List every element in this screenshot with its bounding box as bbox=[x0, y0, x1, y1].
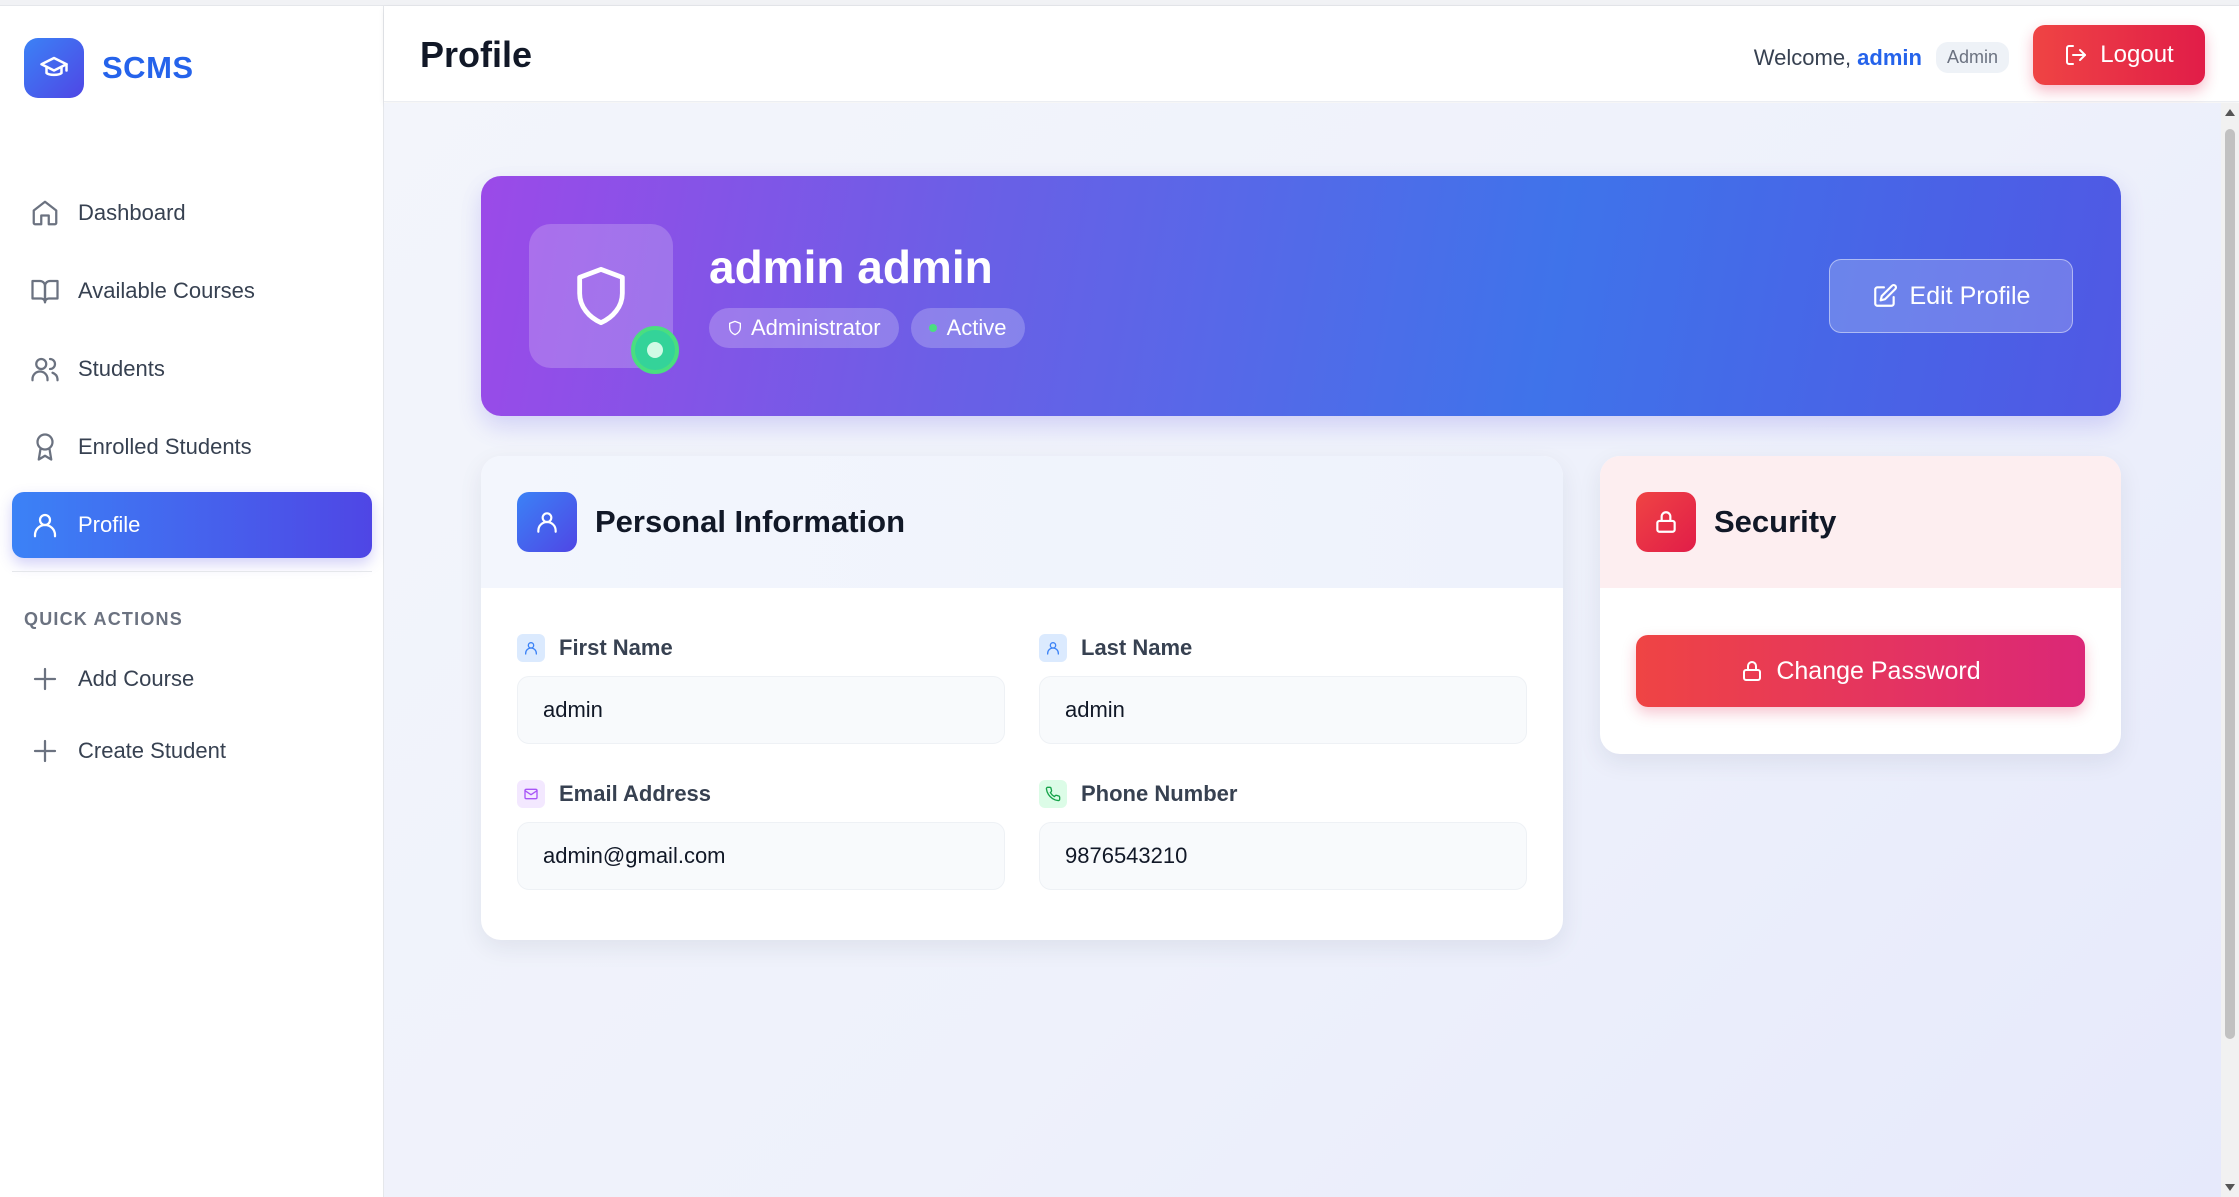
user-icon bbox=[1039, 634, 1067, 662]
field-label-text: Last Name bbox=[1081, 635, 1193, 660]
status-badge: Active bbox=[910, 308, 1025, 348]
sidebar-item-label: Students bbox=[78, 356, 165, 381]
sidebar-item-students[interactable]: Students bbox=[12, 336, 372, 402]
sidebar-item-profile[interactable]: Profile bbox=[12, 492, 372, 558]
users-icon bbox=[31, 357, 59, 382]
edit-icon bbox=[1873, 284, 1897, 307]
phone-field[interactable]: 9876543210 bbox=[1039, 822, 1527, 890]
logout-label: Logout bbox=[2100, 41, 2174, 68]
card-header: Personal Information bbox=[481, 456, 1563, 588]
status-dot bbox=[928, 324, 937, 332]
scroll-up-arrow[interactable] bbox=[2225, 109, 2235, 116]
scroll-thumb[interactable] bbox=[2225, 129, 2235, 1039]
edit-profile-label: Edit Profile bbox=[1909, 281, 2031, 310]
quick-action-create-student[interactable]: Create Student bbox=[12, 721, 372, 781]
sidebar-item-label: Dashboard bbox=[78, 200, 186, 225]
sidebar-item-label: Available Courses bbox=[78, 278, 255, 303]
logout-icon bbox=[2066, 45, 2087, 65]
personal-information-card: Personal Information First Name admin La… bbox=[481, 456, 1563, 940]
welcome-area: Welcome, admin Admin bbox=[1754, 42, 2009, 73]
quick-action-label: Create Student bbox=[78, 738, 226, 763]
sidebar-item-label: Profile bbox=[78, 512, 141, 537]
first-name-field[interactable]: admin bbox=[517, 676, 1005, 744]
brand-name: SCMS bbox=[102, 50, 194, 85]
last-name-field[interactable]: admin bbox=[1039, 676, 1527, 744]
scroll-down-arrow[interactable] bbox=[2225, 1184, 2235, 1191]
card-header: Security bbox=[1600, 456, 2121, 588]
sidebar-nav: Dashboard Available Courses Students Enr… bbox=[12, 180, 372, 570]
lock-icon bbox=[1743, 661, 1762, 681]
lock-icon bbox=[1636, 492, 1696, 552]
profile-name: admin admin bbox=[709, 241, 993, 293]
profile-badges: Administrator Active bbox=[709, 308, 1037, 348]
mail-icon bbox=[517, 780, 545, 808]
quick-actions: Add Course Create Student bbox=[12, 649, 372, 793]
username: admin bbox=[1857, 44, 1922, 70]
edit-profile-button[interactable]: Edit Profile bbox=[1829, 259, 2073, 333]
sidebar-item-available-courses[interactable]: Available Courses bbox=[12, 258, 372, 324]
main-scrollbar[interactable] bbox=[2221, 103, 2239, 1197]
shield-icon bbox=[729, 320, 741, 336]
welcome-text: Welcome, bbox=[1753, 44, 1852, 70]
user-icon bbox=[33, 513, 57, 538]
role-badge-administrator: Administrator bbox=[709, 308, 899, 348]
role-badge: Admin bbox=[1935, 42, 2009, 73]
phone-label: Phone Number bbox=[1039, 780, 1237, 808]
home-icon bbox=[32, 200, 58, 226]
change-password-button[interactable]: Change Password bbox=[1636, 635, 2085, 707]
role-label: Administrator bbox=[751, 315, 881, 340]
top-header: Profile Welcome, admin Admin Logout bbox=[384, 6, 2239, 102]
sidebar-item-label: Enrolled Students bbox=[78, 434, 252, 459]
brand[interactable]: SCMS bbox=[24, 38, 194, 98]
book-open-icon bbox=[31, 279, 59, 304]
sidebar-item-dashboard[interactable]: Dashboard bbox=[12, 180, 372, 246]
user-icon bbox=[517, 634, 545, 662]
first-name-label: First Name bbox=[517, 634, 673, 662]
plus-icon bbox=[33, 667, 57, 691]
card-title: Security bbox=[1714, 504, 1837, 539]
change-password-label: Change Password bbox=[1776, 656, 1981, 685]
shield-icon bbox=[577, 266, 625, 326]
sidebar-divider bbox=[12, 571, 372, 572]
status-label: Active bbox=[946, 315, 1007, 340]
field-label-text: First Name bbox=[559, 635, 673, 660]
page-title: Profile bbox=[420, 34, 533, 75]
online-status-dot bbox=[631, 326, 679, 374]
quick-action-label: Add Course bbox=[78, 666, 195, 691]
field-label-text: Phone Number bbox=[1081, 781, 1238, 806]
plus-icon bbox=[33, 739, 57, 763]
phone-icon bbox=[1039, 780, 1067, 808]
email-label: Email Address bbox=[517, 780, 711, 808]
sidebar-item-enrolled-students[interactable]: Enrolled Students bbox=[12, 414, 372, 480]
award-icon bbox=[36, 433, 54, 461]
quick-action-add-course[interactable]: Add Course bbox=[12, 649, 372, 709]
graduation-cap-icon bbox=[24, 38, 84, 98]
email-field[interactable]: admin@gmail.com bbox=[517, 822, 1005, 890]
profile-hero: admin admin Administrator Active Edit Pr… bbox=[481, 176, 2121, 416]
field-label-text: Email Address bbox=[559, 781, 712, 806]
quick-actions-title: QUICK ACTIONS bbox=[24, 609, 183, 629]
logout-button[interactable]: Logout bbox=[2033, 25, 2205, 85]
sidebar: SCMS Dashboard Available Courses Student… bbox=[0, 6, 384, 1197]
user-icon bbox=[517, 492, 577, 552]
card-title: Personal Information bbox=[595, 504, 906, 539]
security-card: Security Change Password bbox=[1600, 456, 2121, 754]
last-name-label: Last Name bbox=[1039, 634, 1192, 662]
